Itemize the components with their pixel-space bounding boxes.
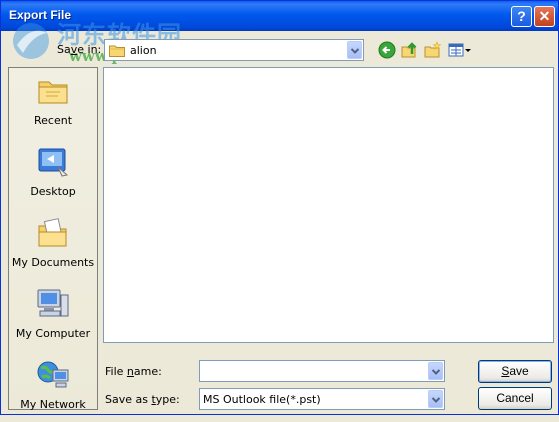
place-desktop[interactable]: Desktop [9, 139, 97, 209]
dialog-title: Export File [9, 8, 72, 22]
up-folder-icon[interactable] [401, 41, 419, 59]
cancel-button[interactable]: Cancel [478, 387, 552, 410]
place-my-network[interactable]: My Network [9, 352, 97, 422]
close-button[interactable]: ✕ [534, 6, 555, 27]
new-folder-icon[interactable] [424, 41, 442, 59]
file-list-view[interactable] [103, 67, 554, 343]
place-my-documents[interactable]: My Documents [9, 210, 97, 280]
place-label: Desktop [30, 185, 76, 198]
my-network-icon [37, 361, 69, 388]
save-in-combo[interactable]: alion [104, 39, 364, 61]
place-label: My Documents [11, 256, 95, 269]
file-name-label: File name: [105, 365, 162, 378]
place-my-computer[interactable]: My Computer [9, 281, 97, 351]
my-documents-icon [38, 218, 67, 247]
title-bar[interactable]: Export File ? ✕ [1, 1, 558, 31]
my-computer-icon [37, 289, 69, 317]
save-as-type-label: Save as type: [105, 393, 180, 406]
back-icon[interactable] [378, 41, 396, 59]
save-as-type-combo[interactable]: MS Outlook file(*.pst) [199, 388, 445, 410]
recent-icon [38, 81, 68, 104]
folder-icon [109, 45, 125, 57]
save-button[interactable]: Save [478, 360, 552, 383]
chevron-down-icon [432, 369, 440, 375]
save-in-value: alion [130, 44, 157, 57]
save-as-type-dropdown-arrow[interactable] [428, 390, 443, 408]
views-menu-icon[interactable] [448, 41, 472, 59]
desktop-icon [38, 148, 69, 177]
save-as-type-value: MS Outlook file(*.pst) [203, 393, 321, 406]
chevron-down-icon [351, 48, 359, 54]
save-in-label: Save in: [57, 43, 102, 56]
place-label: My Computer [15, 327, 91, 340]
place-label: My Network [20, 398, 86, 411]
help-button[interactable]: ? [511, 6, 532, 27]
file-name-dropdown-arrow[interactable] [428, 362, 443, 380]
file-name-input[interactable] [199, 360, 445, 382]
places-bar: Recent Desktop My Documents My Computer … [8, 67, 98, 411]
chevron-down-icon [432, 397, 440, 403]
export-file-dialog: Export File ? ✕ 河东软件园 www.pc0359.cn Save… [0, 0, 559, 415]
save-in-dropdown-arrow[interactable] [347, 41, 362, 59]
place-recent[interactable]: Recent [9, 68, 97, 138]
place-label: Recent [33, 114, 73, 127]
